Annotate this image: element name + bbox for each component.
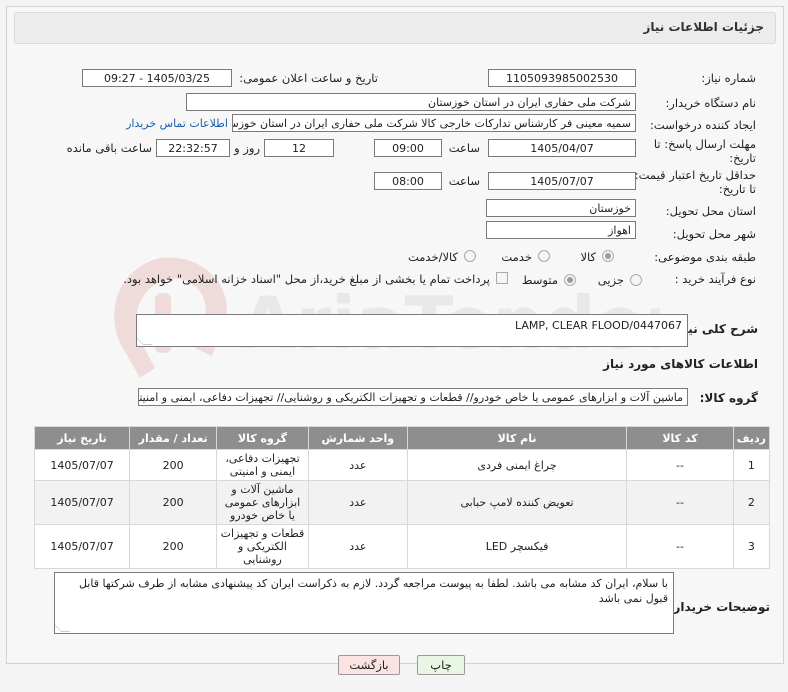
category-option-service: خدمت <box>501 250 532 264</box>
reply-days-field[interactable]: 12 <box>264 139 334 157</box>
process-radio-medium[interactable] <box>564 274 576 286</box>
reply-deadline-date-field[interactable]: 1405/04/07 <box>488 139 636 157</box>
cell-row: 2 <box>732 480 771 525</box>
price-validity-time-label: ساعت <box>448 174 480 188</box>
category-radio-goods[interactable] <box>602 250 614 262</box>
announce-datetime-field[interactable]: 1405/03/25 - 09:27 <box>82 69 232 87</box>
process-option-minor: جزیی <box>597 273 624 287</box>
category-radio-goods-service[interactable] <box>464 250 476 262</box>
process-option-medium: متوسط <box>521 273 558 287</box>
cell-code: -- <box>626 480 734 525</box>
goods-table: ردیف کد کالا نام کالا واحد شمارش گروه کا… <box>33 426 771 569</box>
cell-code: -- <box>626 449 734 481</box>
reply-days-label: روز و <box>234 141 260 155</box>
treasury-payment-checkbox[interactable] <box>496 272 508 284</box>
col-header-qty: تعداد / مقدار <box>129 426 218 450</box>
general-desc-field[interactable]: LAMP, CLEAR FLOOD/0447067 <box>136 314 688 347</box>
buyer-contact-link[interactable]: اطلاعات تماس خریدار <box>126 117 228 130</box>
col-header-date: تاریخ نیاز <box>33 426 131 450</box>
reply-remaining-field[interactable]: 22:32:57 <box>156 139 230 157</box>
cell-unit: عدد <box>307 480 408 525</box>
goods-group-label: گروه کالا: <box>699 391 758 405</box>
buyer-notes-field[interactable]: با سلام، ایران کد مشابه می باشد. لطفا به… <box>54 572 674 634</box>
announce-datetime-label: تاریخ و ساعت اعلان عمومی: <box>239 71 378 85</box>
cell-unit: عدد <box>307 449 408 481</box>
col-header-code: کد کالا <box>626 426 734 450</box>
requester-label: ایجاد کننده درخواست: <box>650 118 756 132</box>
cell-date: 1405/07/07 <box>33 524 131 569</box>
delivery-province-field[interactable]: خوزستان <box>486 199 636 217</box>
category-option-goods-service: کالا/خدمت <box>407 250 458 264</box>
cell-group: ماشین آلات و ابزارهای عمومی یا خاص خودرو <box>216 480 309 525</box>
price-validity-label-2: تا تاریخ: <box>718 182 756 196</box>
col-header-row: ردیف <box>732 426 771 450</box>
reply-deadline-time-label: ساعت <box>448 141 480 155</box>
price-validity-label-1: حداقل تاریخ اعتبار قیمت: <box>634 168 756 182</box>
cell-unit: عدد <box>307 524 408 569</box>
category-label: طبقه بندی موضوعی: <box>654 250 756 264</box>
category-radio-service[interactable] <box>538 250 550 262</box>
cell-row: 1 <box>732 449 771 481</box>
table-row[interactable]: 2 -- تعویض کننده لامپ حبابی عدد ماشین آل… <box>33 480 771 525</box>
print-button[interactable]: چاپ <box>417 655 465 675</box>
process-type-label: نوع فرآیند خرید : <box>674 272 756 286</box>
col-header-name: نام کالا <box>406 426 628 450</box>
cell-qty: 200 <box>129 449 218 481</box>
cell-name: چراغ ایمنی فردی <box>406 449 628 481</box>
need-number-label: شماره نیاز: <box>701 71 756 85</box>
buyer-notes-text: با سلام، ایران کد مشابه می باشد. لطفا به… <box>78 577 668 605</box>
reply-deadline-time-field[interactable]: 09:00 <box>374 139 442 157</box>
delivery-city-label: شهر محل تحویل: <box>672 227 756 241</box>
price-validity-date-field[interactable]: 1405/07/07 <box>488 172 636 190</box>
requester-field[interactable]: سمیه معینی فر کارشناس تدارکات خارجی کالا… <box>232 114 636 132</box>
cell-name: فیکسچر LED <box>406 524 628 569</box>
cell-qty: 200 <box>129 480 218 525</box>
delivery-province-label: استان محل تحویل: <box>665 204 756 218</box>
goods-info-title: اطلاعات کالاهای مورد نیاز <box>603 357 758 371</box>
table-header-row: ردیف کد کالا نام کالا واحد شمارش گروه کا… <box>33 426 771 450</box>
col-header-unit: واحد شمارش <box>307 426 408 450</box>
col-header-group: گروه کالا <box>216 426 309 450</box>
reply-remaining-label: ساعت باقی مانده <box>66 141 152 155</box>
cell-name: تعویض کننده لامپ حبابی <box>406 480 628 525</box>
buyer-org-label: نام دستگاه خریدار: <box>665 96 756 110</box>
buyer-notes-label: توضیحات خریدار: <box>668 600 770 614</box>
cell-group: قطعات و تجهیزات الکتریکی و روشنایی <box>216 524 309 569</box>
treasury-payment-note: پرداخت تمام یا بخشی از مبلغ خرید،از محل … <box>123 272 490 286</box>
page-title: جزئیات اطلاعات نیاز <box>643 20 764 34</box>
category-option-goods: کالا <box>580 250 596 264</box>
goods-group-field[interactable]: ماشین آلات و ابزارهای عمومی یا خاص خودرو… <box>138 388 688 406</box>
resize-handle-icon[interactable] <box>137 336 153 345</box>
cell-group: تجهیزات دفاعی، ایمنی و امنیتی <box>216 449 309 481</box>
cell-date: 1405/07/07 <box>33 480 131 525</box>
price-validity-time-field[interactable]: 08:00 <box>374 172 442 190</box>
general-desc-text: LAMP, CLEAR FLOOD/0447067 <box>515 319 682 332</box>
process-radio-minor[interactable] <box>630 274 642 286</box>
need-number-field[interactable]: 1105093985002530 <box>488 69 636 87</box>
table-row[interactable]: 3 -- فیکسچر LED عدد قطعات و تجهیزات الکت… <box>33 524 771 569</box>
cell-code: -- <box>626 524 734 569</box>
table-row[interactable]: 1 -- چراغ ایمنی فردی عدد تجهیزات دفاعی، … <box>33 449 771 481</box>
delivery-city-field[interactable]: اهواز <box>486 221 636 239</box>
resize-handle-icon[interactable] <box>55 623 71 632</box>
reply-deadline-label-2: تاریخ: <box>729 151 756 165</box>
cell-qty: 200 <box>129 524 218 569</box>
back-button[interactable]: بازگشت <box>338 655 400 675</box>
reply-deadline-label-1: مهلت ارسال پاسخ: تا <box>653 137 756 151</box>
cell-date: 1405/07/07 <box>33 449 131 481</box>
cell-row: 3 <box>732 524 771 569</box>
buyer-org-field[interactable]: شرکت ملی حفاری ایران در استان خوزستان <box>186 93 636 111</box>
